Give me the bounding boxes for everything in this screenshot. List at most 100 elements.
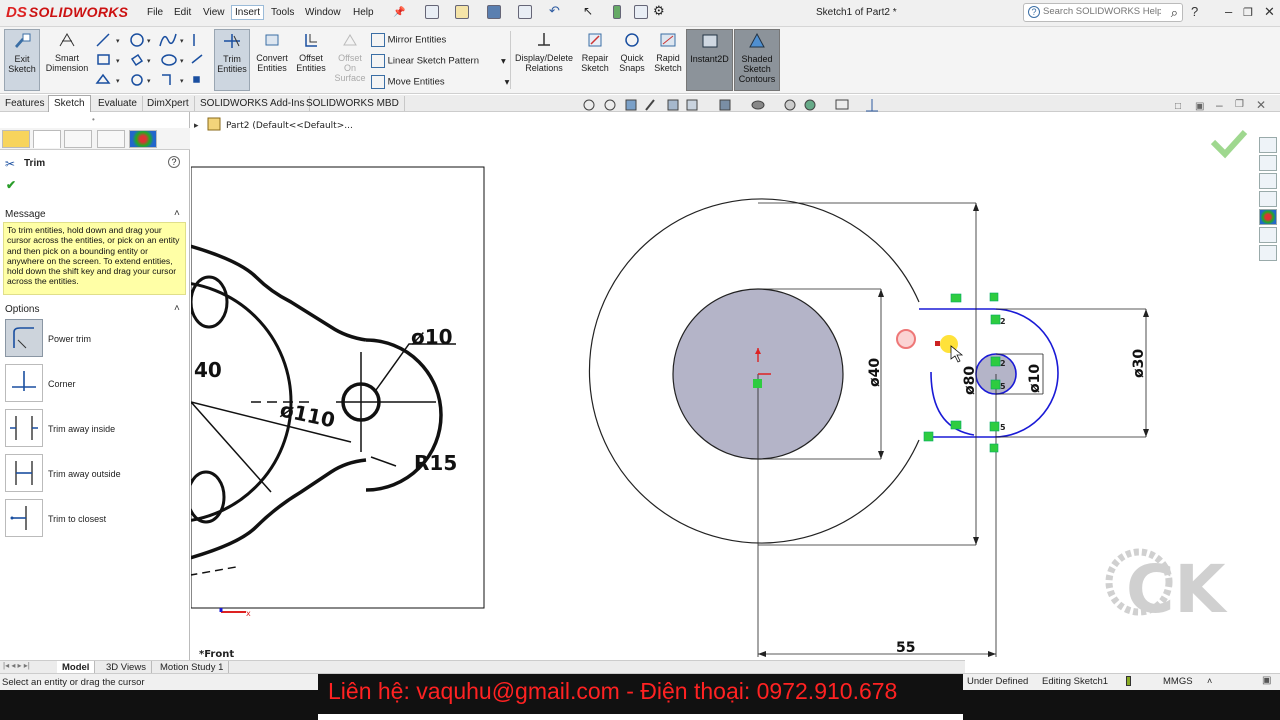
menu-help[interactable]: Help	[353, 7, 374, 18]
tab-evaluate[interactable]: Evaluate	[93, 96, 143, 111]
custom-properties-icon[interactable]	[1259, 227, 1277, 243]
corner-option[interactable]	[5, 364, 43, 402]
move-entities-button[interactable]: Move Entities ▾	[371, 75, 509, 89]
pin-icon[interactable]: 📌	[393, 7, 405, 18]
repair-sketch-button[interactable]: Repair Sketch	[578, 29, 612, 91]
select-icon[interactable]: ↖	[583, 4, 593, 18]
panel-grip[interactable]: •	[92, 115, 95, 124]
confirmation-corner-icon[interactable]	[1210, 129, 1248, 159]
rebuild-icon[interactable]	[613, 5, 621, 19]
tab-scroll-arrows-icon[interactable]: |◂ ◂ ▸ ▸|	[3, 661, 30, 670]
doc-restore-icon[interactable]: ❐	[1235, 99, 1244, 110]
configuration-manager-tab-icon[interactable]	[64, 130, 92, 148]
display-delete-relations-button[interactable]: Display/Delete Relations	[513, 29, 575, 91]
tab-mbd[interactable]: SOLIDWORKS MBD	[301, 96, 405, 111]
file-explorer-icon[interactable]	[1259, 173, 1277, 189]
options-gear-icon[interactable]: ⚙	[653, 3, 665, 19]
shaded-sketch-contours-button[interactable]: Shaded Sketch Contours	[734, 29, 780, 91]
power-trim-option[interactable]	[5, 319, 43, 357]
new-document-icon[interactable]	[425, 5, 439, 19]
mirror-entities-button[interactable]: Mirror Entities	[371, 33, 446, 47]
dimxpert-manager-tab-icon[interactable]	[97, 130, 125, 148]
tab-features[interactable]: Features	[0, 96, 51, 111]
units-menu-icon[interactable]: ˄	[1207, 676, 1212, 686]
pm-help-icon[interactable]: ?	[168, 156, 180, 168]
minimize-icon[interactable]: –	[1225, 4, 1232, 19]
menu-insert[interactable]: Insert	[231, 5, 265, 20]
offset-entities-icon	[305, 34, 317, 47]
dim-slot-width[interactable]: ø30	[1131, 349, 1147, 378]
property-manager-tab-icon[interactable]	[33, 130, 61, 148]
status-units[interactable]: MMGS	[1163, 676, 1193, 687]
instant2d-button[interactable]: Instant2D	[686, 29, 733, 91]
help-menu-icon[interactable]: ?	[1191, 4, 1198, 19]
feature-manager-tab-icon[interactable]	[2, 130, 30, 148]
tile-icon[interactable]: □	[1175, 101, 1181, 112]
dim-center-distance[interactable]: 55	[896, 640, 915, 656]
dim-hole-diameter[interactable]: ø10	[1027, 364, 1043, 393]
menu-view[interactable]: View	[203, 7, 225, 18]
rebuild-status-icon	[1126, 676, 1131, 686]
restore-icon[interactable]: ❐	[1243, 6, 1253, 19]
undo-icon[interactable]: ↶	[549, 3, 560, 19]
appearance-icon	[784, 99, 796, 111]
design-library-icon[interactable]	[1259, 155, 1277, 171]
menu-edit[interactable]: Edit	[174, 7, 191, 18]
dim-outer-diameter[interactable]: ø40	[867, 358, 883, 387]
menu-file[interactable]: File	[147, 7, 163, 18]
view-orientation-icon	[686, 99, 698, 111]
relation-label-1: 2	[1000, 317, 1006, 326]
status-bar-toggle-icon[interactable]: ▣	[1262, 675, 1271, 686]
file-properties-icon[interactable]	[634, 5, 648, 19]
convert-entities-button[interactable]: Convert Entities	[254, 29, 290, 91]
trim-icon: ✂	[5, 157, 16, 171]
search-input[interactable]	[1043, 6, 1161, 17]
sketch-geometry[interactable]: 2 2 5 5	[588, 198, 1149, 657]
trim-to-closest-option[interactable]	[5, 499, 43, 537]
graphics-area[interactable]: ø10 ø110 R15 40 ▸ Part2 (Default<<Defaul…	[191, 112, 1256, 660]
dynamic-annotation-icon	[667, 99, 679, 111]
view-palette-icon[interactable]	[1259, 191, 1277, 207]
message-collapse-icon[interactable]: ˄	[174, 208, 180, 219]
open-icon[interactable]	[455, 5, 469, 19]
tab-sketch[interactable]: Sketch	[48, 95, 91, 112]
menu-window[interactable]: Window	[305, 7, 341, 18]
solidworks-logo[interactable]: DS SOLIDWORKS	[6, 4, 128, 21]
trim-away-outside-label: Trim away outside	[48, 469, 121, 479]
close-icon[interactable]: ✕	[1264, 4, 1275, 20]
watermark-text: CK	[1126, 551, 1228, 628]
save-icon[interactable]	[487, 5, 501, 19]
dim-ring-diameter[interactable]: ø80	[962, 366, 978, 395]
pane-icon[interactable]: ▣	[1195, 101, 1204, 112]
tree-part-label[interactable]: Part2 (Default<<Default>...	[226, 121, 353, 131]
tab-dimxpert[interactable]: DimXpert	[142, 96, 195, 111]
svg-text:▾: ▾	[116, 57, 120, 65]
doc-close-icon[interactable]: ✕	[1256, 98, 1266, 112]
offset-entities-button[interactable]: Offset Entities	[293, 29, 329, 91]
display-manager-tab-icon[interactable]	[129, 130, 157, 148]
appearances-icon[interactable]	[1259, 209, 1277, 225]
solidworks-resources-icon[interactable]	[1259, 137, 1277, 153]
linear-sketch-pattern-button[interactable]: Linear Sketch Pattern ▾	[371, 54, 506, 68]
trim-away-inside-option[interactable]	[5, 409, 43, 447]
smart-dimension-button[interactable]: Smart Dimension	[43, 29, 91, 91]
display-pane-icon	[866, 99, 878, 112]
doc-minimize-icon[interactable]: –	[1216, 98, 1223, 112]
print-icon[interactable]	[518, 5, 532, 19]
rapid-sketch-button[interactable]: Rapid Sketch	[651, 29, 685, 91]
search-icon[interactable]: ⌕	[1171, 5, 1178, 21]
options-collapse-icon[interactable]: ˄	[174, 303, 180, 314]
tab-addins[interactable]: SOLIDWORKS Add-Ins	[195, 96, 311, 111]
tree-flyout[interactable]: ▸ Part2 (Default<<Default>...	[194, 117, 353, 131]
ok-checkmark-icon[interactable]: ✔	[6, 178, 16, 192]
offset-on-surface-button[interactable]: Offset On Surface	[332, 29, 368, 91]
forum-icon[interactable]	[1259, 245, 1277, 261]
trim-away-outside-option[interactable]	[5, 454, 43, 492]
search-help-box[interactable]: ? ⌕	[1023, 3, 1183, 22]
quick-snaps-button[interactable]: Quick Snaps	[615, 29, 649, 91]
trim-entities-button[interactable]: Trim Entities	[214, 29, 250, 91]
menu-tools[interactable]: Tools	[271, 7, 294, 18]
exit-sketch-button[interactable]: Exit Sketch	[4, 29, 40, 91]
status-message: Select an entity or drag the cursor	[2, 677, 145, 688]
sketch-entities-group[interactable]: ▾ ▾ ▾ ▾ ▾ ▾ ▾ ▾ ▾	[94, 31, 210, 91]
